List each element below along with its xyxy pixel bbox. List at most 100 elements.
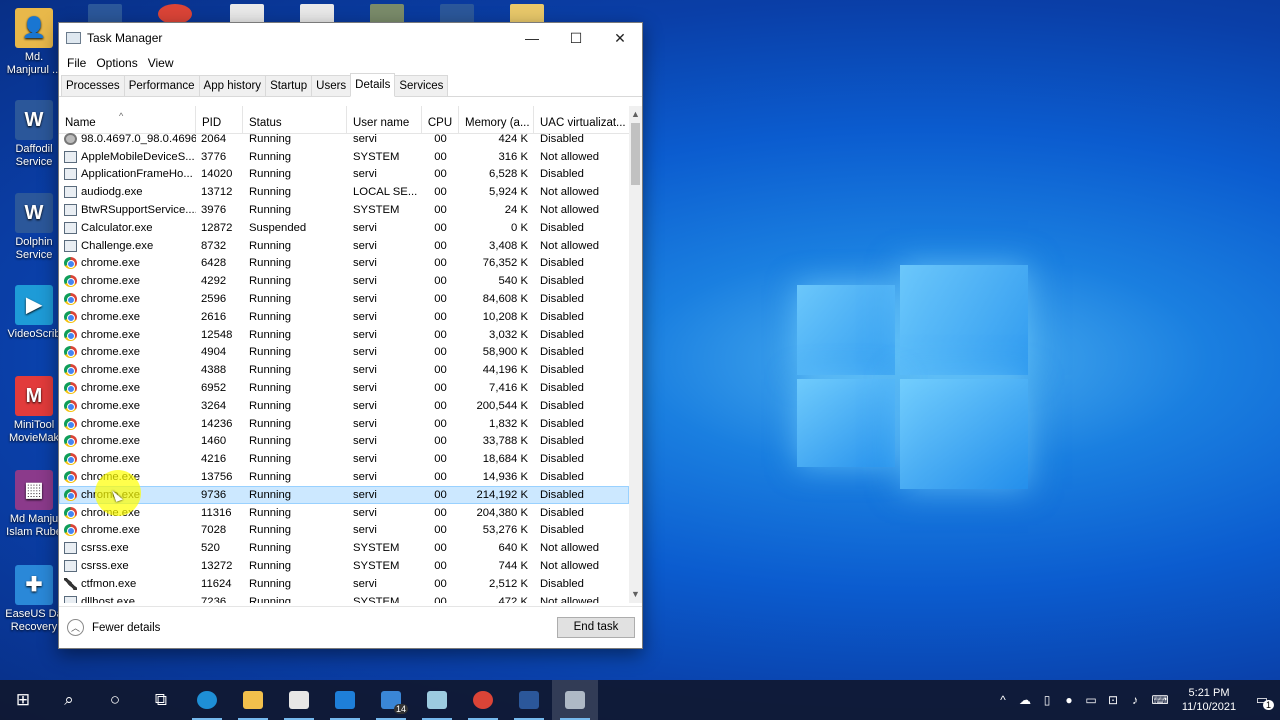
desktop-icon-partial[interactable]: [370, 4, 404, 24]
desktop-shortcut[interactable]: ▦ Md Manju Islam Rube: [4, 470, 64, 539]
table-row[interactable]: chrome.exe 4388 Running servi 00 44,196 K Disa…: [59, 361, 629, 379]
table-row[interactable]: audiodg.exe 13712 Running LOCAL SE... 00 5,92…: [59, 183, 629, 201]
desktop-shortcut[interactable]: W Dolphin Service: [4, 193, 64, 262]
table-row[interactable]: chrome.exe 3264 Running servi 00 200,544 K Dis…: [59, 397, 629, 415]
close-button[interactable]: ✕: [598, 23, 642, 53]
scroll-down-icon[interactable]: ▼: [629, 586, 642, 603]
desktop-icon-partial[interactable]: [158, 4, 192, 24]
table-row[interactable]: chrome.exe 2616 Running servi 00 10,208 K Disa…: [59, 308, 629, 326]
desktop-shortcut[interactable]: ▶ VideoScrib: [4, 285, 64, 341]
taskbar-store-button[interactable]: [276, 680, 322, 720]
table-row[interactable]: csrss.exe 520 Running SYSTEM 00 640 K Not allo…: [59, 539, 629, 557]
taskbar-edge-button[interactable]: [184, 680, 230, 720]
cell-user: servi: [353, 221, 377, 234]
battery-icon[interactable]: ▭: [1080, 693, 1102, 707]
chevron-up-icon[interactable]: ^: [992, 693, 1014, 707]
cell-user: servi: [353, 417, 377, 430]
table-row[interactable]: Calculator.exe 12872 Suspended servi 00 0 K Di…: [59, 219, 629, 237]
table-row[interactable]: AppleMobileDeviceS... 3776 Running SYSTEM 00…: [59, 148, 629, 166]
table-row[interactable]: dllhost.exe 7236 Running SYSTEM 00 472 K Not a…: [59, 593, 629, 603]
logo-pane: [900, 379, 1028, 489]
microphone-icon[interactable]: ●: [1058, 693, 1080, 707]
desktop-shortcut[interactable]: 👤 Md. Manjurul ...: [4, 8, 64, 77]
cell-status: Running: [249, 595, 292, 603]
cell-status: Running: [249, 577, 292, 590]
table-row[interactable]: chrome.exe 1460 Running servi 00 33,788 K Disa…: [59, 433, 629, 451]
end-task-button[interactable]: End task: [557, 617, 635, 638]
table-row[interactable]: chrome.exe 4292 Running servi 00 540 K Disable…: [59, 272, 629, 290]
table-row[interactable]: chrome.exe 2596 Running servi 00 84,608 K Disa…: [59, 290, 629, 308]
cortana-icon: ○: [109, 690, 121, 709]
cell-user: servi: [353, 488, 377, 501]
taskbar-mail-button[interactable]: [322, 680, 368, 720]
keyboard-icon[interactable]: ⌨: [1146, 693, 1174, 707]
table-row[interactable]: chrome.exe9736Runningservi00214,192 KDis…: [59, 485, 629, 504]
tab-users[interactable]: Users: [311, 75, 352, 96]
taskbar-file-explorer-button[interactable]: [230, 680, 276, 720]
table-row[interactable]: chrome.exe 14236 Running servi 00 1,832 K Disa…: [59, 415, 629, 433]
desktop-icon-partial[interactable]: [510, 4, 544, 24]
tab-app-history[interactable]: App history: [198, 75, 267, 96]
vertical-scrollbar[interactable]: ▲ ▼: [629, 106, 642, 603]
table-row[interactable]: 98.0.4697.0_98.0.4696... 2064 Running servi…: [59, 130, 629, 148]
taskbar-task-manager-button[interactable]: [552, 680, 598, 720]
fewer-details-button[interactable]: ︿ Fewer details: [67, 619, 160, 636]
taskbar-start-button[interactable]: ⊞: [0, 680, 46, 720]
cloud-icon[interactable]: ☁: [1014, 693, 1036, 707]
table-row[interactable]: chrome.exe 12548 Running servi 00 3,032 K Disa…: [59, 326, 629, 344]
table-row[interactable]: chrome.exe11316Runningservi00204,380 KDi…: [59, 504, 629, 522]
table-row[interactable]: chrome.exe 7028 Running servi 00 53,276 K Disa…: [59, 522, 629, 540]
table-row[interactable]: chrome.exe 4216 Running servi 00 18,684 K Disa…: [59, 450, 629, 468]
taskbar-search-button[interactable]: ⌕: [46, 680, 92, 720]
desktop-icon-partial[interactable]: [230, 4, 264, 24]
scroll-thumb[interactable]: [631, 123, 640, 185]
tab-details[interactable]: Details: [350, 73, 396, 97]
table-row[interactable]: ctfmon.exe 11624 Running servi 00 2,512 K Disa…: [59, 575, 629, 593]
taskbar-calendar-app-button[interactable]: 14: [368, 680, 414, 720]
chrome-icon: [64, 453, 77, 466]
minimize-button[interactable]: —: [510, 23, 554, 53]
menu-options[interactable]: Options: [91, 56, 142, 70]
table-row[interactable]: csrss.exe 13272 Running SYSTEM 00 744 K Not al…: [59, 557, 629, 575]
cell-pid: 7236: [201, 595, 227, 603]
volume-icon[interactable]: ♪: [1124, 693, 1146, 707]
desktop-shortcut[interactable]: ✚ EaseUS Da Recovery: [4, 565, 64, 634]
scroll-up-icon[interactable]: ▲: [629, 106, 642, 123]
desktop-shortcut[interactable]: W Daffodil Service: [4, 100, 64, 169]
desktop-icon-partial[interactable]: [88, 4, 122, 24]
taskbar-cortana-button[interactable]: ○: [92, 680, 138, 720]
table-row[interactable]: chrome.exe13756Runningservi0014,936 KDis…: [59, 468, 629, 486]
notification-center-button[interactable]: ▭ 1: [1244, 680, 1280, 720]
desktop-icon-partial[interactable]: [300, 4, 334, 24]
tab-performance[interactable]: Performance: [123, 75, 200, 96]
desktop-icon-partial[interactable]: [440, 4, 474, 24]
maximize-button[interactable]: ☐: [554, 23, 598, 53]
table-row[interactable]: chrome.exe 6952 Running servi 00 7,416 K Disab…: [59, 379, 629, 397]
title-bar[interactable]: Task Manager — ☐ ✕: [59, 23, 642, 53]
tab-services[interactable]: Services: [394, 75, 449, 96]
column-header-name-label: Name: [65, 117, 96, 129]
menu-file[interactable]: File: [62, 56, 91, 70]
cell-pid: 9736: [201, 488, 227, 501]
clock[interactable]: 5:21 PM 11/10/2021: [1174, 686, 1244, 714]
network-icon[interactable]: ⊡: [1102, 693, 1124, 707]
cell-uac: Disabled: [540, 328, 584, 341]
taskbar-sticky-app-button[interactable]: [414, 680, 460, 720]
menu-view[interactable]: View: [143, 56, 179, 70]
tab-startup[interactable]: Startup: [265, 75, 313, 96]
table-row[interactable]: chrome.exe 4904 Running servi 00 58,900 K Disa…: [59, 344, 629, 362]
taskbar-word-button[interactable]: [506, 680, 552, 720]
tab-processes[interactable]: Processes: [61, 75, 125, 96]
cell-pid: 14236: [201, 417, 233, 430]
table-row[interactable]: ApplicationFrameHo... 14020 Running servi 00…: [59, 166, 629, 184]
table-row[interactable]: Challenge.exe 8732 Running servi 00 3,408 K No…: [59, 237, 629, 255]
table-row[interactable]: BtwRSupportService.... 3976 Running SYSTEM 0…: [59, 201, 629, 219]
table-row[interactable]: chrome.exe 6428 Running servi 00 76,352 K Disa…: [59, 255, 629, 273]
application-icon: [64, 239, 77, 252]
process-name: csrss.exe: [81, 560, 129, 573]
cell-memory: 53,276 K: [482, 524, 528, 537]
taskbar-task-view-button[interactable]: ⧉: [138, 680, 184, 720]
device-icon[interactable]: ▯: [1036, 693, 1058, 707]
taskbar-chrome-button[interactable]: [460, 680, 506, 720]
desktop-shortcut[interactable]: M MiniTool MovieMak: [4, 376, 64, 445]
